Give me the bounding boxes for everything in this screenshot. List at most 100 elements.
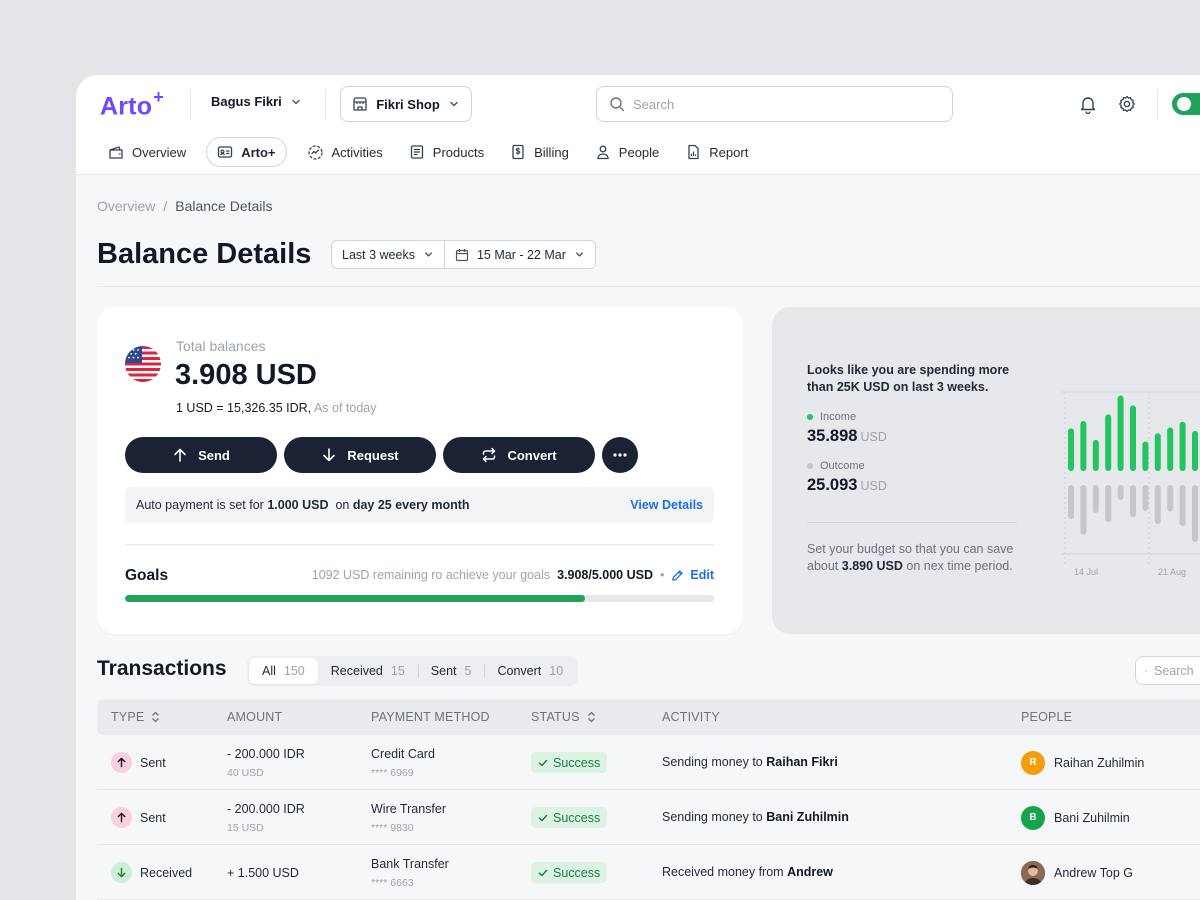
auto-payment-text: Auto payment is set for 1.000 USD on day… (136, 498, 470, 512)
outcome-bar (1068, 485, 1074, 520)
arrow-up-icon (174, 448, 186, 462)
person-name[interactable]: Andrew Top G (1054, 866, 1133, 880)
nav-label: Products (432, 144, 485, 160)
transaction-search-input[interactable] (1154, 663, 1200, 678)
request-button[interactable]: Request (284, 437, 436, 473)
range-select[interactable]: Last 3 weeks (332, 241, 444, 268)
account-switcher[interactable]: Bagus Fikri (211, 94, 302, 109)
nav-label: Activities (331, 144, 383, 160)
tab-count: 150 (283, 664, 305, 678)
tab-count: 10 (549, 664, 564, 678)
balance-label: Total balances (176, 338, 266, 354)
breadcrumb-separator: / (163, 198, 168, 214)
method-name: Credit Card (371, 746, 435, 761)
convert-button[interactable]: Convert (443, 437, 595, 473)
nav-item-products[interactable]: Products (399, 137, 494, 167)
check-icon (538, 759, 548, 766)
more-dots-icon (613, 453, 627, 457)
nav-item-overview[interactable]: Overview (98, 137, 196, 167)
income-bar (1179, 421, 1186, 471)
arrow-down-icon (111, 862, 132, 883)
people-cell: R Raihan Zuhilmin (1021, 735, 1144, 790)
nav-item-billing[interactable]: Billing (500, 137, 579, 167)
card-divider (125, 544, 714, 545)
global-search[interactable] (596, 86, 953, 122)
outcome-bar (1105, 485, 1112, 523)
exchange-rate-note: As of today (313, 401, 377, 415)
activity-icon (307, 144, 323, 160)
send-button[interactable]: Send (125, 437, 277, 473)
tab-sent[interactable]: Sent 5 (417, 658, 485, 684)
nav-label: Billing (534, 144, 569, 160)
income-bar (1167, 427, 1174, 471)
income-bar (1092, 439, 1099, 471)
spending-insight-card: Looks like you are spending more than 25… (772, 307, 1200, 634)
chevron-down-icon (450, 101, 458, 107)
income-value: 35.898 USD (807, 427, 887, 445)
income-bar (1142, 441, 1149, 471)
more-actions-button[interactable] (602, 437, 638, 473)
column-header-people: PEOPLE (1021, 710, 1073, 724)
column-header-status[interactable]: STATUS (531, 699, 596, 735)
avatar: B (1021, 805, 1045, 830)
outcome-summary: Outcome 25.093 USD (807, 460, 887, 495)
person-icon (596, 145, 609, 160)
app-logo[interactable]: Arto+ (100, 87, 164, 121)
nav-item-arto-plus[interactable]: Arto+ (206, 137, 287, 167)
tab-label: Received (330, 664, 383, 678)
outcome-bar (1080, 485, 1087, 535)
nav-label: People (618, 144, 660, 160)
table-row[interactable]: Sent - 200.000 IDR 40 USD Credit Card **… (97, 735, 1200, 790)
settings-button[interactable] (1115, 92, 1139, 116)
transaction-search[interactable] (1135, 656, 1200, 685)
arrow-down-icon (323, 448, 336, 462)
insight-headline: Looks like you are spending more than 25… (807, 363, 1010, 394)
search-input[interactable] (633, 96, 933, 112)
person-name[interactable]: Raihan Zuhilmin (1054, 756, 1144, 770)
insight-divider (807, 522, 1017, 523)
amount-sub: 40 USD (227, 766, 264, 779)
tab-count: 15 (390, 664, 405, 678)
column-header-amount: AMOUNT (227, 710, 283, 724)
range-select-label: Last 3 weeks (342, 247, 415, 262)
avatar-photo (1021, 860, 1045, 885)
method-number: **** 6663 (371, 876, 414, 889)
payment-method-cell: Bank Transfer **** 6663 (371, 845, 449, 900)
tab-all[interactable]: All 150 (249, 658, 318, 684)
method-number: **** 6969 (371, 766, 414, 779)
date-range-picker[interactable]: 15 Mar - 22 Mar (443, 241, 595, 268)
income-dot-icon (807, 414, 813, 420)
payment-method-cell: Credit Card **** 6969 (371, 735, 435, 790)
breadcrumb-root[interactable]: Overview (97, 198, 155, 214)
edit-goals-button[interactable]: Edit (671, 568, 714, 582)
theme-toggle[interactable] (1172, 93, 1200, 115)
nav-item-activities[interactable]: Activities (297, 137, 393, 167)
wallet-icon (109, 146, 123, 159)
shop-selector[interactable]: Fikri Shop (340, 86, 472, 122)
calendar-icon (455, 248, 469, 261)
table-row[interactable]: Received + 1.500 USD Bank Transfer **** … (97, 845, 1200, 900)
main-nav: Overview Arto+ Activities Products Billi… (98, 137, 758, 167)
table-row[interactable]: Sent - 200.000 IDR 15 USD Wire Transfer … (97, 790, 1200, 845)
tab-count: 5 (464, 664, 472, 678)
divider (190, 90, 191, 120)
search-icon (1145, 669, 1147, 672)
nav-label: Arto+ (241, 144, 276, 160)
outcome-bar (1142, 485, 1149, 512)
breadcrumb-current: Balance Details (175, 198, 273, 214)
tab-received[interactable]: Received 15 (318, 658, 418, 684)
avatar: R (1021, 750, 1045, 775)
column-header-type[interactable]: TYPE (111, 699, 160, 735)
view-details-link[interactable]: View Details (630, 498, 703, 512)
chevron-down-icon (425, 252, 432, 257)
nav-item-report[interactable]: Report (675, 137, 758, 167)
nav-item-people[interactable]: People (585, 137, 669, 167)
notifications-button[interactable] (1076, 92, 1100, 116)
method-number: **** 9830 (371, 821, 414, 834)
person-name[interactable]: Bani Zuhilmin (1054, 811, 1130, 825)
tab-convert[interactable]: Convert 10 (484, 658, 576, 684)
type-label: Received (140, 865, 193, 880)
convert-label: Convert (507, 447, 557, 463)
report-icon (688, 144, 699, 160)
outcome-bar (1192, 485, 1198, 543)
